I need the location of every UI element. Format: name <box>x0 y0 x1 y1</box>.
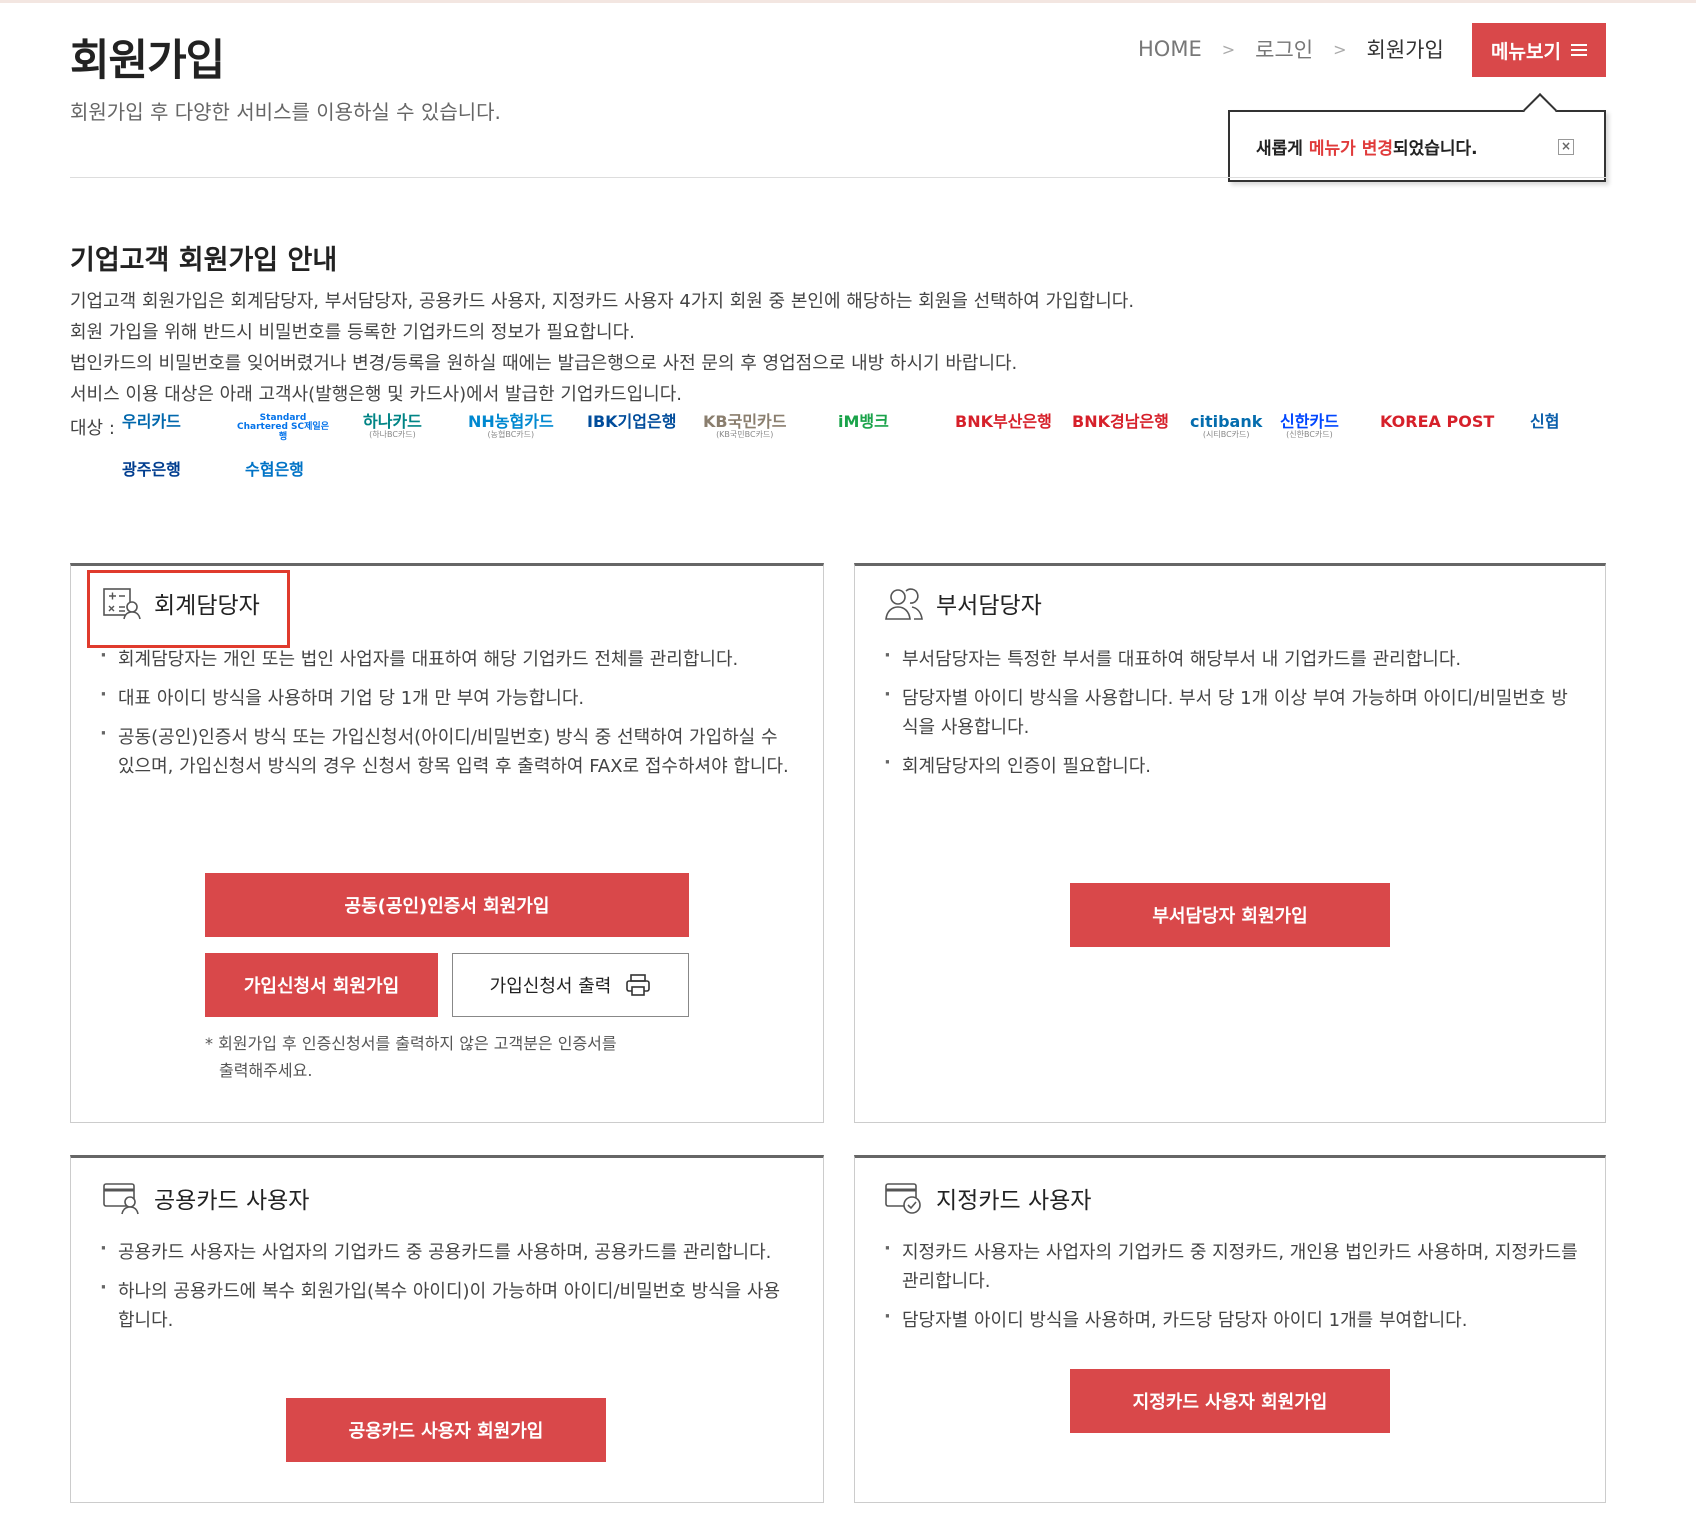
card-shared-bullets: 공용카드 사용자는 사업자의 기업카드 중 공용카드를 사용하며, 공용카드를 … <box>100 1234 790 1345</box>
target-label: 대상 : <box>70 418 115 439</box>
card-user-icon <box>103 1183 139 1215</box>
close-icon[interactable]: × <box>1558 139 1574 155</box>
card-designated-bullets: 지정카드 사용자는 사업자의 기업카드 중 지정카드, 개인용 법인카드 사용하… <box>884 1234 1584 1345</box>
breadcrumb: HOME > 로그인 > 회원가입 <box>1138 34 1444 64</box>
list-item: 회계담당자는 개인 또는 법인 사업자를 대표하여 해당 기업카드 전체를 관리… <box>100 641 790 674</box>
bank-logo-sub: (KB국민BC카드) <box>716 429 774 439</box>
guide-line: 회원 가입을 위해 반드시 비밀번호를 등록한 기업카드의 정보가 필요합니다. <box>70 322 635 343</box>
top-border <box>0 0 1696 3</box>
list-item: 담당자별 아이디 방식을 사용합니다. 부서 당 1개 이상 부여 가능하며 아… <box>884 680 1584 742</box>
guide-line: 서비스 이용 대상은 아래 고객사(발행은행 및 카드사)에서 발급한 기업카드… <box>70 384 683 405</box>
card-shared-head: 공용카드 사용자 <box>102 1180 309 1216</box>
notice-highlight-menu: 메뉴가 <box>1308 138 1356 159</box>
bank-logo-name: Standard Chartered SC제일은행 <box>237 413 329 442</box>
bank-logo-name: 하나카드 <box>363 412 422 431</box>
list-item: 부서담당자는 특정한 부서를 대표하여 해당부서 내 기업카드를 관리합니다. <box>884 641 1584 674</box>
guide-line: 기업고객 회원가입은 회계담당자, 부서담당자, 공용카드 사용자, 지정카드 … <box>70 291 1135 312</box>
notice-highlight-change: 변경 <box>1361 138 1393 159</box>
bank-logo-name: BNK경남은행 <box>1072 412 1169 431</box>
bank-logo-name: KB국민카드 <box>703 412 787 431</box>
bank-logo: 광주은행 <box>122 460 181 479</box>
bank-logo-sub: (신한BC카드) <box>1286 429 1333 439</box>
list-item: 공동(공인)인증서 방식 또는 가입신청서(아이디/비밀번호) 방식 중 선택하… <box>100 719 790 781</box>
list-item: 회계담당자의 인증이 필요합니다. <box>884 748 1584 781</box>
printer-icon <box>626 974 651 996</box>
breadcrumb-home[interactable]: HOME <box>1138 37 1202 61</box>
designated-signup-button[interactable]: 지정카드 사용자 회원가입 <box>1070 1369 1390 1433</box>
list-item: 지정카드 사용자는 사업자의 기업카드 중 지정카드, 개인용 법인카드 사용하… <box>884 1234 1584 1296</box>
bank-logo-name: KOREA POST <box>1380 412 1495 431</box>
breadcrumb-login[interactable]: 로그인 <box>1255 34 1313 64</box>
bank-logo: 신협 <box>1530 412 1560 431</box>
bank-logo-sub: (농협BC카드) <box>487 429 535 439</box>
bank-logo: citibank (시티BC카드) <box>1190 412 1263 439</box>
list-item: 공용카드 사용자는 사업자의 기업카드 중 공용카드를 사용하며, 공용카드를 … <box>100 1234 790 1267</box>
bank-logo: 하나카드 (하나BC카드) <box>363 412 422 439</box>
menu-change-notice: 새롭게 메뉴가 변경되었습니다. × <box>1228 93 1606 182</box>
bank-logo-name: BNK부산은행 <box>955 412 1052 431</box>
bank-logo: iM뱅크 <box>838 412 889 431</box>
guide-description: 기업고객 회원가입은 회계담당자, 부서담당자, 공용카드 사용자, 지정카드 … <box>70 286 1134 410</box>
card-department-title: 부서담당자 <box>936 593 1042 619</box>
menu-view-label: 메뉴보기 <box>1491 40 1561 63</box>
chevron-right-icon: > <box>1333 39 1347 59</box>
guide-line: 법인카드의 비밀번호를 잊어버렸거나 변경/등록을 원하실 때에는 발급은행으로… <box>70 353 1018 374</box>
menu-view-button[interactable]: 메뉴보기 <box>1472 23 1606 77</box>
card-shared-title: 공용카드 사용자 <box>154 1188 310 1214</box>
guide-title: 기업고객 회원가입 안내 <box>70 245 338 276</box>
bank-logo-name: iM뱅크 <box>838 412 889 431</box>
page-title: 회원가입 <box>70 36 225 86</box>
bank-logo-name: 신협 <box>1530 412 1560 431</box>
users-icon <box>885 588 923 620</box>
notice-suffix: 되었습니다. <box>1392 138 1478 159</box>
header-divider <box>70 177 1606 178</box>
card-accountant-bullets: 회계담당자는 개인 또는 법인 사업자를 대표하여 해당 기업카드 전체를 관리… <box>100 641 790 791</box>
bank-logo: KOREA POST <box>1380 412 1495 431</box>
bank-logo: KB국민카드 (KB국민BC카드) <box>703 412 787 439</box>
card-department-head: 부서담당자 <box>884 585 1042 621</box>
bank-logo-name: IBK기업은행 <box>587 412 677 431</box>
bank-logo-sub: (하나BC카드) <box>369 429 416 439</box>
form-signup-button[interactable]: 가입신청서 회원가입 <box>205 953 438 1017</box>
breadcrumb-current: 회원가입 <box>1366 38 1444 62</box>
list-item: 대표 아이디 방식을 사용하며 기업 당 1개 만 부여 가능합니다. <box>100 680 790 713</box>
bank-logo-name: 우리카드 <box>122 412 181 431</box>
card-designated-head: 지정카드 사용자 <box>884 1180 1091 1216</box>
card-check-icon <box>885 1183 921 1214</box>
notice-arrow <box>1523 93 1557 127</box>
print-form-button[interactable]: 가입신청서 출력 <box>452 953 689 1017</box>
bank-logo-name: 신한카드 <box>1280 412 1339 431</box>
bank-logo-name: NH농협카드 <box>468 412 554 431</box>
bank-logo-name: 광주은행 <box>122 460 181 479</box>
print-footnote: * 회원가입 후 인증신청서를 출력하지 않은 고객분은 인증서를 출력해주세요… <box>205 1030 725 1084</box>
bank-logo: BNK경남은행 <box>1072 412 1169 431</box>
cert-signup-button[interactable]: 공동(공인)인증서 회원가입 <box>205 873 689 937</box>
bank-logo: 신한카드 (신한BC카드) <box>1280 412 1339 439</box>
list-item: 담당자별 아이디 방식을 사용하며, 카드당 담당자 아이디 1개를 부여합니다… <box>884 1302 1584 1335</box>
bank-logo-name: 수협은행 <box>245 460 304 479</box>
page-subtitle: 회원가입 후 다양한 서비스를 이용하실 수 있습니다. <box>70 100 501 124</box>
card-department-bullets: 부서담당자는 특정한 부서를 대표하여 해당부서 내 기업카드를 관리합니다. … <box>884 641 1584 791</box>
bank-logo: Standard Chartered SC제일은행 <box>233 413 333 442</box>
card-designated-title: 지정카드 사용자 <box>936 1188 1092 1214</box>
notice-prefix: 새롭게 <box>1256 138 1309 159</box>
footnote-line: * 회원가입 후 인증신청서를 출력하지 않은 고객분은 인증서를 <box>205 1034 617 1053</box>
bank-logo: BNK부산은행 <box>955 412 1052 431</box>
bank-logo: NH농협카드 (농협BC카드) <box>468 412 554 439</box>
footnote-line: 출력해주세요. <box>219 1061 313 1080</box>
list-item: 하나의 공용카드에 복수 회원가입(복수 아이디)이 가능하며 아이디/비밀번호… <box>100 1273 790 1335</box>
department-signup-button[interactable]: 부서담당자 회원가입 <box>1070 883 1390 947</box>
print-form-label: 가입신청서 출력 <box>489 976 612 997</box>
bank-logo: IBK기업은행 <box>587 412 677 431</box>
notice-text: 새롭게 메뉴가 변경되었습니다. <box>1256 134 1478 159</box>
bank-logo: 우리카드 <box>122 412 181 431</box>
bank-logo: 수협은행 <box>245 460 304 479</box>
hamburger-icon <box>1570 41 1587 59</box>
shared-signup-button[interactable]: 공용카드 사용자 회원가입 <box>286 1398 606 1462</box>
bank-logo-sub: (시티BC카드) <box>1202 429 1250 439</box>
bank-logo-name: citibank <box>1190 412 1263 431</box>
highlight-box <box>87 570 290 648</box>
chevron-right-icon: > <box>1221 39 1236 59</box>
